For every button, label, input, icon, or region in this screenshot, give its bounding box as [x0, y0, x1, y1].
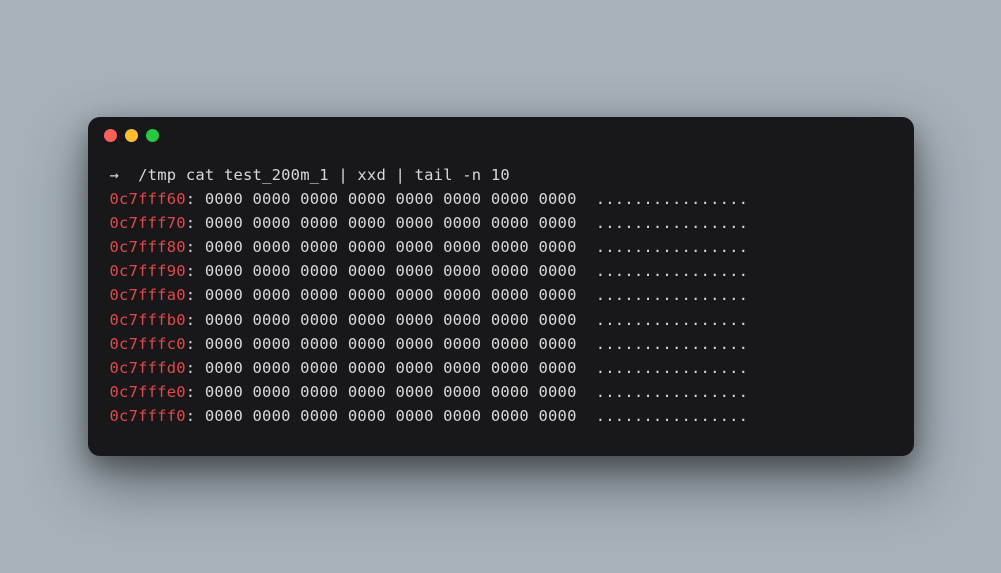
hex-ascii: ................: [596, 262, 749, 280]
hex-output-row: 0c7fff80: 0000 0000 0000 0000 0000 0000 …: [110, 235, 892, 259]
hex-ascii: ................: [596, 190, 749, 208]
colon: :: [186, 311, 196, 329]
hex-bytes: 0000 0000 0000 0000 0000 0000 0000 0000: [205, 383, 577, 401]
minimize-icon[interactable]: [125, 129, 138, 142]
hex-address: 0c7fffb0: [110, 311, 186, 329]
hex-output-row: 0c7fff60: 0000 0000 0000 0000 0000 0000 …: [110, 187, 892, 211]
hex-output-row: 0c7fffd0: 0000 0000 0000 0000 0000 0000 …: [110, 356, 892, 380]
hex-output-row: 0c7fffe0: 0000 0000 0000 0000 0000 0000 …: [110, 380, 892, 404]
hex-ascii: ................: [596, 359, 749, 377]
hex-ascii: ................: [596, 214, 749, 232]
prompt-line: → /tmp cat test_200m_1 | xxd | tail -n 1…: [110, 166, 510, 184]
hex-bytes: 0000 0000 0000 0000 0000 0000 0000 0000: [205, 286, 577, 304]
hex-address: 0c7fff90: [110, 262, 186, 280]
colon: :: [186, 262, 196, 280]
hex-bytes: 0000 0000 0000 0000 0000 0000 0000 0000: [205, 238, 577, 256]
hex-bytes: 0000 0000 0000 0000 0000 0000 0000 0000: [205, 262, 577, 280]
prompt-path: /tmp: [138, 166, 176, 184]
colon: :: [186, 214, 196, 232]
hex-address: 0c7ffff0: [110, 407, 186, 425]
maximize-icon[interactable]: [146, 129, 159, 142]
hex-address: 0c7fff70: [110, 214, 186, 232]
hex-address: 0c7fffa0: [110, 286, 186, 304]
hex-bytes: 0000 0000 0000 0000 0000 0000 0000 0000: [205, 359, 577, 377]
hex-bytes: 0000 0000 0000 0000 0000 0000 0000 0000: [205, 214, 577, 232]
hex-bytes: 0000 0000 0000 0000 0000 0000 0000 0000: [205, 335, 577, 353]
prompt-command: cat test_200m_1 | xxd | tail -n 10: [186, 166, 510, 184]
hex-output-row: 0c7fffb0: 0000 0000 0000 0000 0000 0000 …: [110, 308, 892, 332]
hex-output-row: 0c7fff70: 0000 0000 0000 0000 0000 0000 …: [110, 211, 892, 235]
colon: :: [186, 286, 196, 304]
terminal-window: → /tmp cat test_200m_1 | xxd | tail -n 1…: [88, 117, 914, 455]
hex-output-row: 0c7fffa0: 0000 0000 0000 0000 0000 0000 …: [110, 283, 892, 307]
hex-output-row: 0c7ffff0: 0000 0000 0000 0000 0000 0000 …: [110, 404, 892, 428]
hex-bytes: 0000 0000 0000 0000 0000 0000 0000 0000: [205, 190, 577, 208]
hex-ascii: ................: [596, 311, 749, 329]
hex-address: 0c7fffd0: [110, 359, 186, 377]
titlebar: [88, 117, 914, 153]
prompt-arrow-icon: →: [110, 166, 120, 184]
hex-address: 0c7fff80: [110, 238, 186, 256]
colon: :: [186, 190, 196, 208]
colon: :: [186, 407, 196, 425]
hex-address: 0c7fffc0: [110, 335, 186, 353]
hex-output-row: 0c7fffc0: 0000 0000 0000 0000 0000 0000 …: [110, 332, 892, 356]
hex-ascii: ................: [596, 286, 749, 304]
hex-bytes: 0000 0000 0000 0000 0000 0000 0000 0000: [205, 311, 577, 329]
hex-address: 0c7fff60: [110, 190, 186, 208]
hex-ascii: ................: [596, 335, 749, 353]
hex-ascii: ................: [596, 238, 749, 256]
hex-ascii: ................: [596, 383, 749, 401]
hex-output-row: 0c7fff90: 0000 0000 0000 0000 0000 0000 …: [110, 259, 892, 283]
terminal-body[interactable]: → /tmp cat test_200m_1 | xxd | tail -n 1…: [88, 153, 914, 455]
hex-address: 0c7fffe0: [110, 383, 186, 401]
hex-ascii: ................: [596, 407, 749, 425]
close-icon[interactable]: [104, 129, 117, 142]
hex-bytes: 0000 0000 0000 0000 0000 0000 0000 0000: [205, 407, 577, 425]
colon: :: [186, 383, 196, 401]
colon: :: [186, 238, 196, 256]
colon: :: [186, 359, 196, 377]
colon: :: [186, 335, 196, 353]
